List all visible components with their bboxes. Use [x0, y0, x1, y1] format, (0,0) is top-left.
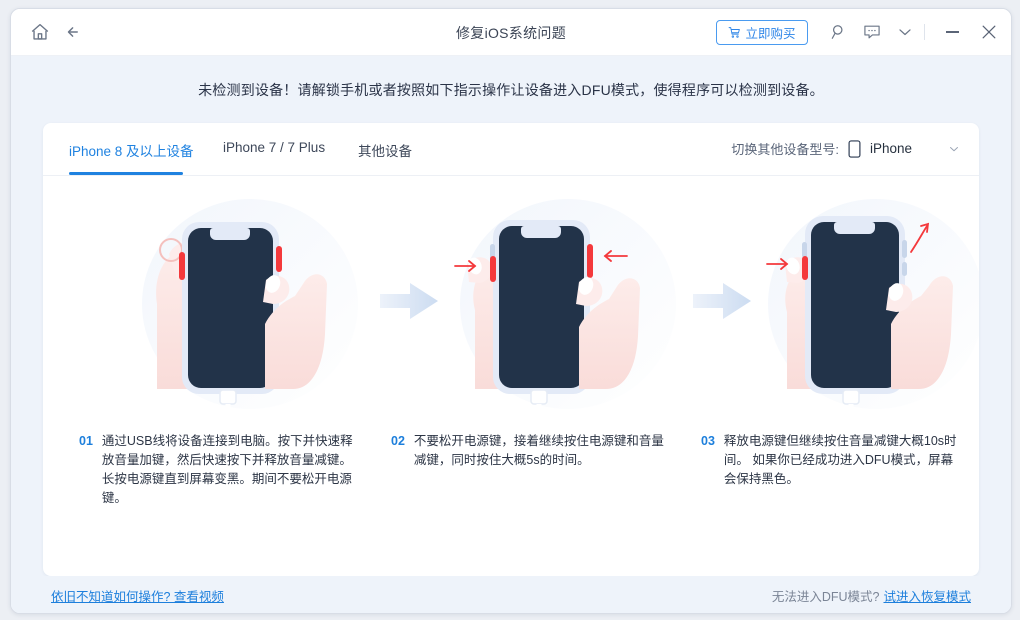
- chevron-down-icon[interactable]: [895, 22, 915, 42]
- dfu-question-text: 无法进入DFU模式?: [771, 590, 880, 604]
- search-icon[interactable]: [829, 22, 849, 42]
- step-item-3: 03 释放电源键但继续按住音量减键大概10s时间。 如果你已经成功进入DFU模式…: [701, 432, 963, 489]
- close-icon[interactable]: [979, 22, 999, 42]
- illustration-step-3: [761, 184, 979, 414]
- step-item-2: 02 不要松开电源键，接着继续按住电源键和音量减键，同时按住大概5s的时间。: [391, 432, 666, 470]
- tab-iphone8-plus[interactable]: iPhone 8 及以上设备: [69, 140, 194, 160]
- steps-list: 01 通过USB线将设备连接到电脑。按下并快速释放音量加键，然后快速按下并释放音…: [43, 424, 979, 574]
- device-model-value: iPhone: [869, 141, 912, 156]
- illustration-step-2: [453, 184, 683, 414]
- title-bar: 修复iOS系统问题 立即购买: [11, 9, 1011, 56]
- page-title: 修复iOS系统问题: [455, 25, 567, 41]
- footer-bar: 依旧不知道如何操作? 查看视频 无法进入DFU模式? 试进入恢复模式: [11, 576, 1011, 613]
- illustration-step-1: [135, 184, 365, 414]
- flow-arrow-1: [380, 281, 440, 321]
- device-switch-label: 切换其他设备型号:: [731, 142, 839, 157]
- titlebar-divider: [924, 24, 925, 40]
- step-item-1: 01 通过USB线将设备连接到电脑。按下并快速释放音量加键，然后快速按下并释放音…: [79, 432, 354, 508]
- tabs-bar: iPhone 8 及以上设备 iPhone 7 / 7 Plus 其他设备 切换…: [43, 123, 979, 176]
- tab-iphone7[interactable]: iPhone 7 / 7 Plus: [223, 140, 325, 155]
- step-text: 释放电源键但继续按住音量减键大概10s时间。 如果你已经成功进入DFU模式，屏幕…: [723, 434, 957, 486]
- watch-video-link[interactable]: 依旧不知道如何操作? 查看视频: [51, 586, 224, 605]
- chevron-down-icon[interactable]: [947, 142, 961, 156]
- content-area: iPhone 8 及以上设备 iPhone 7 / 7 Plus 其他设备 切换…: [11, 123, 1011, 613]
- status-banner: 未检测到设备！请解锁手机或者按照如下指示操作让设备进入DFU模式，使得程序可以检…: [11, 56, 1011, 123]
- buy-now-button[interactable]: 立即购买: [716, 20, 808, 45]
- illustration-strip: [43, 176, 979, 424]
- banner-message: 未检测到设备！请解锁手机或者按照如下指示操作让设备进入DFU模式，使得程序可以检…: [198, 81, 824, 98]
- device-model-switcher[interactable]: 切换其他设备型号: iPhone: [731, 139, 961, 158]
- minimize-icon[interactable]: [946, 31, 959, 33]
- step-number: 01: [79, 434, 93, 448]
- recovery-mode-link[interactable]: 试进入恢复模式: [883, 590, 971, 604]
- buy-now-label: 立即购买: [745, 27, 796, 41]
- step-text: 通过USB线将设备连接到电脑。按下并快速释放音量加键，然后快速按下并释放音量减键…: [101, 434, 353, 505]
- app-window: 修复iOS系统问题 立即购买 未检测到设备！请解锁手机或者按照如下指示操作让设备…: [10, 8, 1012, 614]
- cart-icon: [728, 26, 741, 39]
- tab-active-underline: [69, 172, 183, 175]
- instructions-card: iPhone 8 及以上设备 iPhone 7 / 7 Plus 其他设备 切换…: [43, 123, 979, 576]
- tab-other-devices[interactable]: 其他设备: [358, 140, 412, 160]
- flow-arrow-2: [693, 281, 753, 321]
- step-number: 02: [391, 434, 405, 448]
- feedback-icon[interactable]: [862, 22, 882, 42]
- recovery-mode-hint: 无法进入DFU模式? 试进入恢复模式: [772, 586, 971, 605]
- step-number: 03: [701, 434, 715, 448]
- phone-icon: [848, 139, 861, 158]
- step-text: 不要松开电源键，接着继续按住电源键和音量减键，同时按住大概5s的时间。: [413, 434, 664, 467]
